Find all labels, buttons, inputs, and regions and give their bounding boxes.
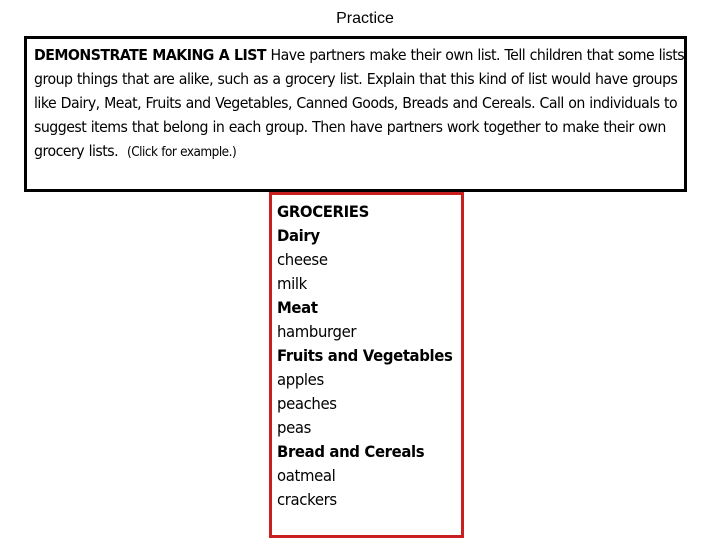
list-item: peas [277, 418, 311, 437]
grocery-list-box: GROCERIES Dairy cheese milk Meat hamburg… [269, 192, 464, 538]
instructions-box: DEMONSTRATE MAKING A LIST Have partners … [24, 36, 687, 192]
grocery-list-title: GROCERIES [277, 202, 369, 221]
list-category: Meat [277, 298, 318, 317]
list-category: Fruits and Vegetables [277, 346, 453, 365]
click-for-example-link[interactable]: (Click for example.) [127, 145, 237, 160]
list-item: crackers [277, 490, 337, 509]
grocery-list: GROCERIES Dairy cheese milk Meat hamburg… [272, 195, 461, 512]
list-category: Dairy [277, 226, 320, 245]
list-item: hamburger [277, 322, 357, 341]
list-item: apples [277, 370, 324, 389]
list-item: cheese [277, 250, 328, 269]
instructions-heading: DEMONSTRATE MAKING A LIST [34, 46, 267, 64]
instructions-text: DEMONSTRATE MAKING A LIST Have partners … [34, 43, 685, 165]
list-item: oatmeal [277, 466, 336, 485]
page-title: Practice [336, 10, 394, 27]
list-category: Bread and Cereals [277, 442, 425, 461]
list-item: peaches [277, 394, 337, 413]
list-item: milk [277, 274, 307, 293]
